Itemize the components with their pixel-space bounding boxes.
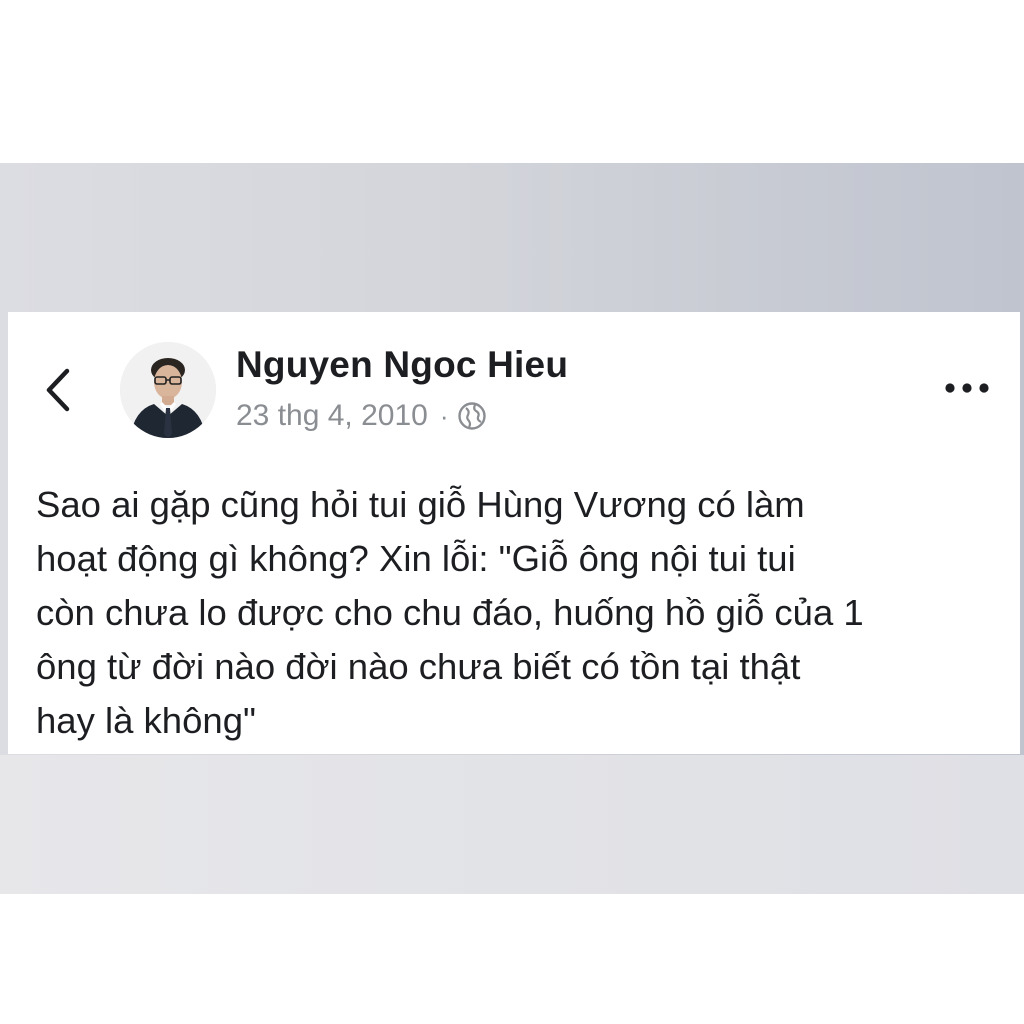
post-text-line: còn chưa lo được cho chu đáo, huống hồ g… <box>36 592 864 633</box>
post-text-line: Sao ai gặp cũng hỏi tui giỗ Hùng Vương c… <box>36 484 805 525</box>
post-meta: 23 thg 4, 2010 · <box>236 396 487 436</box>
author-avatar[interactable] <box>120 342 216 438</box>
avatar-image <box>120 342 216 438</box>
blurred-backdrop-lower <box>0 755 1024 894</box>
author-name[interactable]: Nguyen Ngoc Hieu <box>236 344 568 386</box>
more-dots-icon <box>945 383 989 393</box>
globe-icon <box>457 402 486 430</box>
back-button[interactable] <box>38 362 78 418</box>
post-text-line: ông từ đời nào đời nào chưa biết có tồn … <box>36 646 801 687</box>
more-options-button[interactable] <box>938 364 996 412</box>
meta-separator: · <box>439 400 449 431</box>
screenshot-canvas: Nguyen Ngoc Hieu 23 thg 4, 2010 · Sao ai… <box>0 0 1024 1024</box>
post-date[interactable]: 23 thg 4, 2010 <box>236 399 428 433</box>
post-text: Sao ai gặp cũng hỏi tui giỗ Hùng Vương c… <box>36 478 1004 748</box>
chevron-left-icon <box>46 368 70 412</box>
post-text-line: hay là không" <box>36 700 256 741</box>
post-text-line: hoạt động gì không? Xin lỗi: "Giỗ ông nộ… <box>36 538 796 579</box>
